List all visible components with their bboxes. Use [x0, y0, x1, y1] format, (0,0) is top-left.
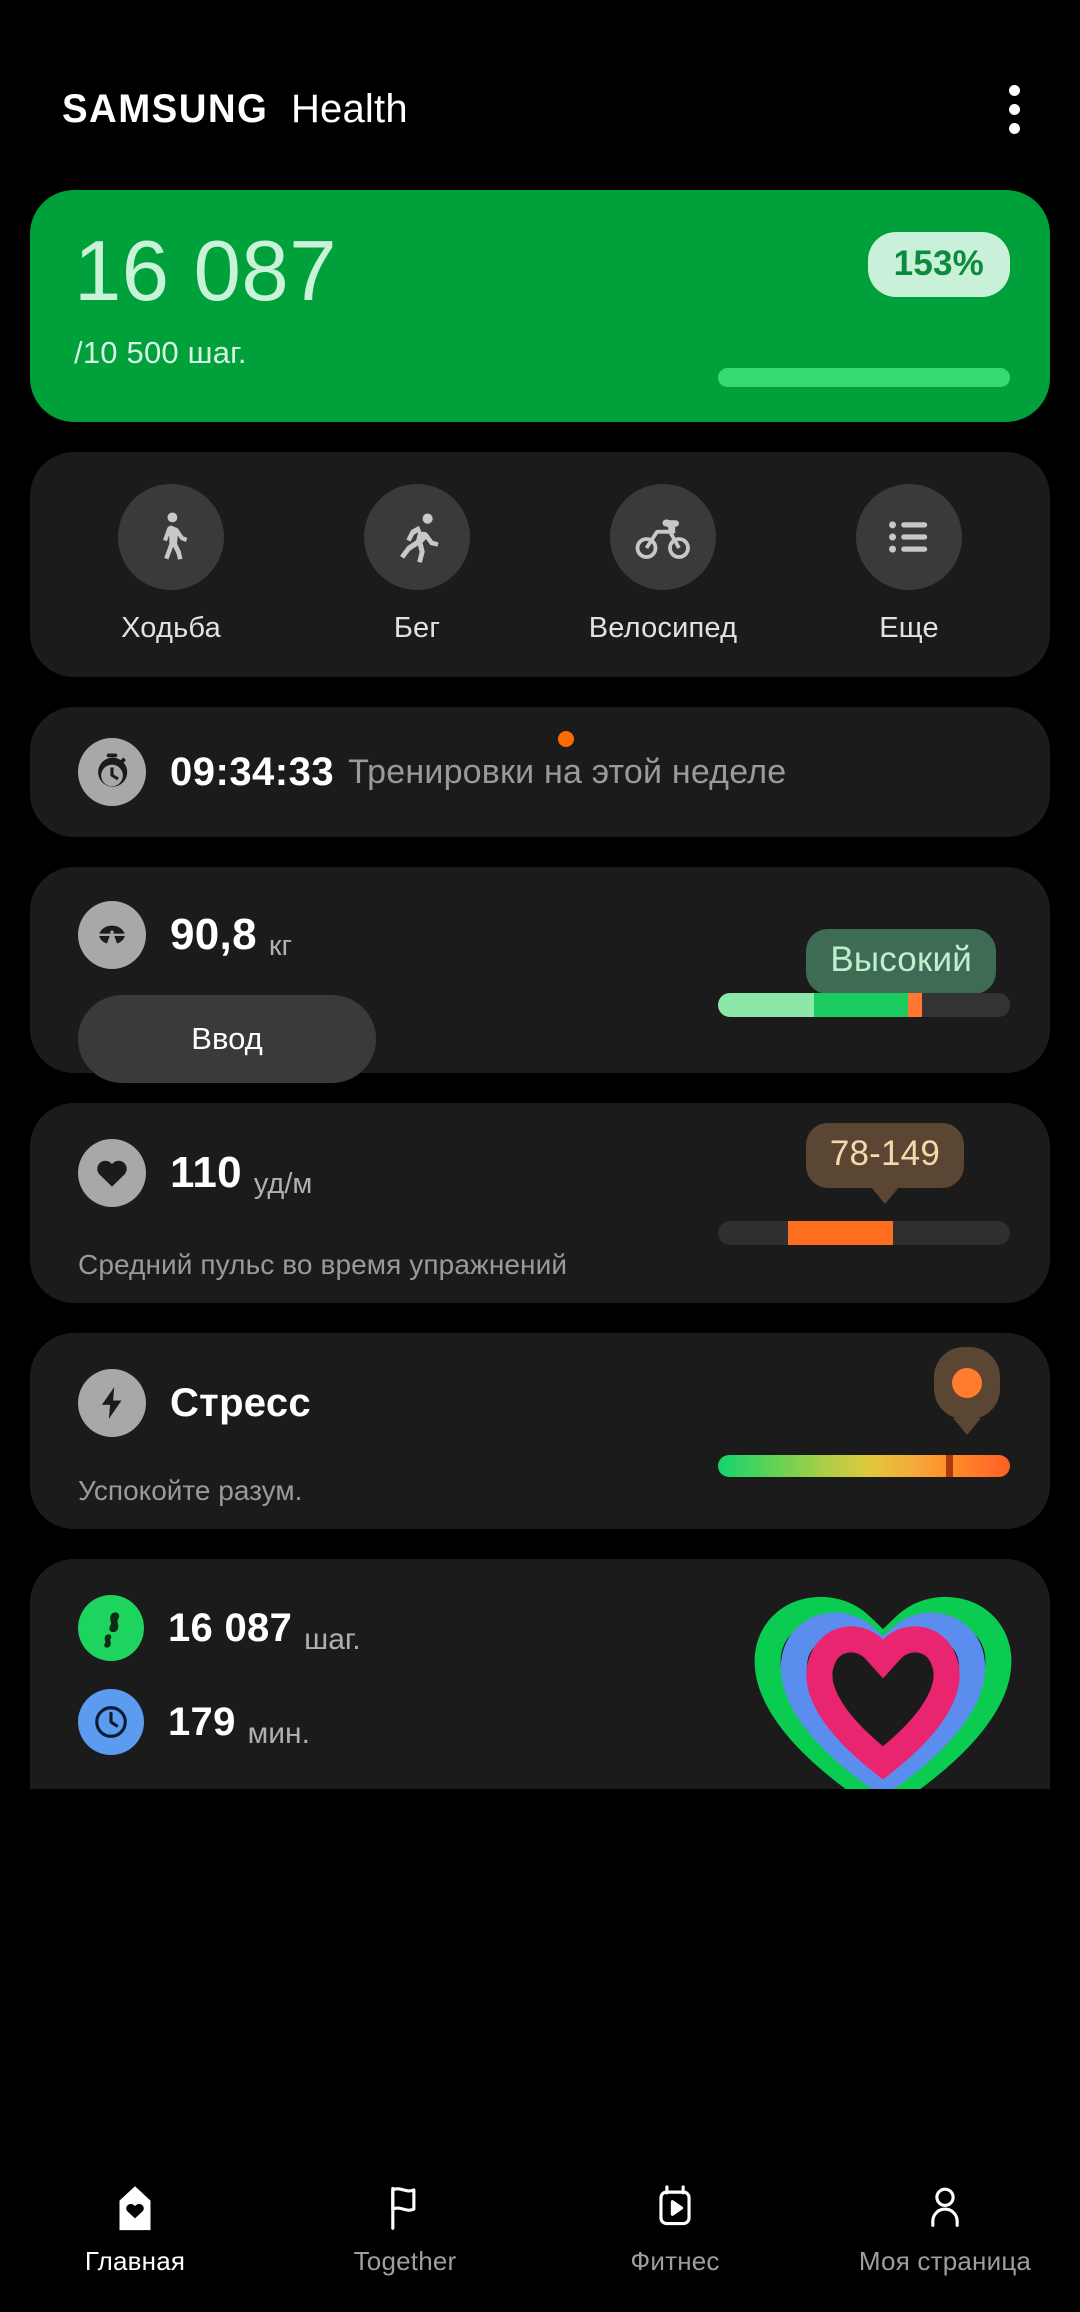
nav-label: Together — [353, 2246, 457, 2276]
samsung-health-screen: SAMSUNG Health 16 087 /10 500 шаг. 153% — [0, 0, 1080, 2312]
home-heart-icon — [112, 2182, 158, 2234]
workout-timer-value: 09:34:33 — [170, 749, 335, 794]
activity-label: Еще — [879, 612, 939, 644]
brand-health-text: Health — [290, 86, 408, 131]
stopwatch-icon — [78, 738, 146, 806]
nav-item-home[interactable]: Главная — [0, 2182, 270, 2277]
activity-shortcuts-card: Ходьба Бег Велосипед Еще — [30, 452, 1050, 677]
person-icon — [922, 2182, 968, 2234]
lightning-icon — [78, 1369, 146, 1437]
weight-value: 90,8 — [170, 910, 257, 959]
clock-icon — [78, 1689, 144, 1755]
stress-level-marker — [945, 1455, 953, 1477]
heart-rate-value: 110 — [170, 1148, 242, 1197]
nav-label: Главная — [84, 2246, 186, 2276]
flag-icon — [382, 2182, 428, 2234]
scale-icon — [78, 901, 146, 969]
stress-gradient-bar — [718, 1455, 1010, 1477]
cycling-icon — [610, 484, 716, 590]
notification-dot-icon — [558, 731, 574, 747]
steps-progress-bar — [718, 368, 1010, 387]
heart-rate-range-tooltip: 78-149 — [805, 1123, 964, 1204]
steps-icon — [78, 1595, 144, 1661]
nav-item-my-page[interactable]: Моя страница — [810, 2182, 1080, 2277]
weekly-workout-timer-card[interactable]: 09:34:33 Тренировки на этой неделе — [30, 707, 1050, 837]
stress-caption: Успокойте разум. — [78, 1475, 303, 1506]
activity-label: Велосипед — [588, 612, 738, 644]
bottom-navigation: Главная Together Фитнес Моя страница — [0, 2170, 1080, 2312]
heart-icon — [78, 1139, 146, 1207]
summary-minutes-unit: мин. — [247, 1717, 310, 1750]
summary-steps-unit: шаг. — [304, 1623, 361, 1656]
stress-level-dot-icon — [952, 1368, 982, 1398]
heart-rate-range-bar — [718, 1221, 1010, 1245]
weight-unit: кг — [268, 930, 293, 962]
nav-label: Фитнес — [630, 2246, 720, 2276]
kebab-menu-icon[interactable] — [1009, 57, 1032, 134]
brand-samsung-text: SAMSUNG — [62, 86, 269, 131]
stress-card[interactable]: Стресс Успокойте разум. — [30, 1333, 1050, 1529]
summary-minutes-value: 179 — [168, 1699, 236, 1744]
steps-percent-badge: 153% — [867, 232, 1010, 297]
weight-segment-3 — [907, 993, 923, 1017]
stress-title: Стресс — [170, 1380, 311, 1425]
app-logo: SAMSUNG Health — [62, 59, 408, 132]
list-icon — [856, 484, 962, 590]
daily-activity-summary-card[interactable]: 16 087 шаг. 179 мин. — [30, 1559, 1050, 1789]
steps-goal-label: /10 500 шаг. — [74, 334, 247, 370]
weight-segment-2 — [814, 993, 908, 1017]
activity-shortcut-cycling[interactable]: Велосипед — [540, 484, 786, 645]
weight-input-button[interactable]: Ввод — [78, 995, 376, 1083]
heart-rate-caption: Средний пульс во время упражнений — [78, 1249, 568, 1280]
activity-label: Бег — [393, 612, 441, 644]
activity-shortcut-more[interactable]: Еще — [786, 484, 1032, 645]
nav-item-fitness[interactable]: Фитнес — [540, 2182, 810, 2277]
activity-rings-graphic — [748, 1581, 1018, 1789]
weight-segment-1 — [718, 993, 815, 1017]
main-scroll-area[interactable]: 16 087 /10 500 шаг. 153% Ходьба Бег Вело… — [0, 190, 1080, 2170]
nav-item-together[interactable]: Together — [270, 2182, 540, 2277]
walking-icon — [118, 484, 224, 590]
activity-shortcut-running[interactable]: Бег — [294, 484, 540, 645]
weight-status-tooltip: Высокий — [806, 929, 996, 1010]
heart-rate-range-fill — [788, 1221, 894, 1245]
weight-range-bar — [718, 993, 1010, 1017]
steps-count: 16 087 — [74, 224, 337, 319]
fitness-video-icon — [652, 2182, 698, 2234]
heart-rate-unit: уд/м — [253, 1168, 313, 1200]
workout-timer-caption: Тренировки на этой неделе — [348, 752, 787, 791]
activity-label: Ходьба — [121, 612, 221, 644]
app-header: SAMSUNG Health — [0, 0, 1080, 190]
running-icon — [364, 484, 470, 590]
activity-shortcut-walking[interactable]: Ходьба — [48, 484, 294, 645]
stress-title-row: Стресс — [78, 1369, 1006, 1437]
summary-steps-value: 16 087 — [168, 1605, 293, 1650]
weight-card[interactable]: 90,8 кг Ввод Высокий — [30, 867, 1050, 1083]
steps-goal-card[interactable]: 16 087 /10 500 шаг. 153% — [30, 190, 1050, 422]
heart-rate-card[interactable]: 110 уд/м Средний пульс во время упражнен… — [30, 1103, 1050, 1303]
stress-level-tooltip — [934, 1347, 1000, 1435]
nav-label: Моя страница — [858, 2246, 1032, 2276]
weight-segment-4 — [922, 993, 1010, 1017]
